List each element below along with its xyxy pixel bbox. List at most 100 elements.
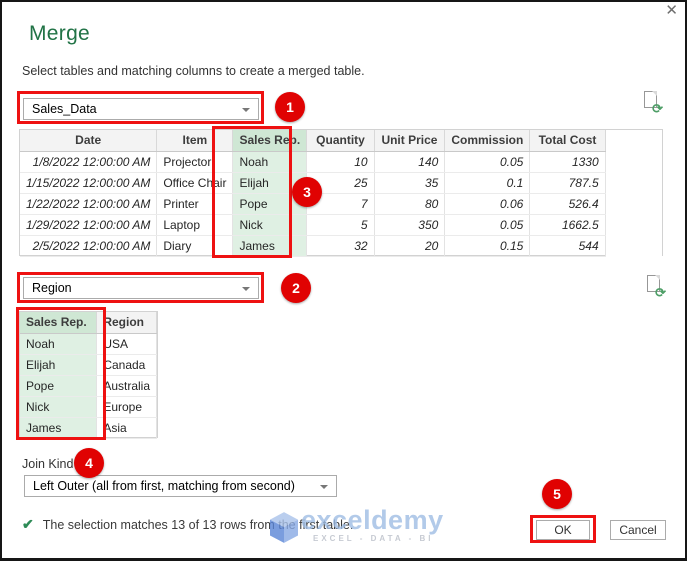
cell-quantity: 32	[307, 235, 374, 256]
merge-dialog: ✕ Merge Select tables and matching colum…	[0, 0, 687, 561]
cell-item: Laptop	[157, 214, 233, 235]
join-kind-select-value: Left Outer (all from first, matching fro…	[33, 479, 295, 493]
cell-commission: 0.05	[445, 214, 530, 235]
first-table: Date Item Sales Rep. Quantity Unit Price…	[20, 130, 662, 257]
first-table-preview: Date Item Sales Rep. Quantity Unit Price…	[19, 129, 663, 256]
filler-cell	[605, 172, 662, 193]
table-header-row: Date Item Sales Rep. Quantity Unit Price…	[20, 130, 662, 151]
step-3-badge: 3	[292, 177, 322, 207]
col-header-date[interactable]: Date	[20, 130, 157, 151]
cell-total-cost: 1330	[530, 151, 605, 172]
cell-quantity: 10	[307, 151, 374, 172]
cell-total-cost: 544	[530, 235, 605, 256]
first-table-select-value: Sales_Data	[32, 102, 97, 116]
match-status: ✔ The selection matches 13 of 13 rows fr…	[22, 516, 353, 533]
cell-region: Canada	[97, 354, 157, 375]
cell-sales-rep: Noah	[233, 151, 307, 172]
join-kind-label: Join Kind	[22, 457, 73, 471]
table-header-row: Sales Rep. Region	[20, 312, 157, 333]
refresh-preview-icon[interactable]: ⟳	[644, 91, 657, 108]
col-header-sales-rep[interactable]: Sales Rep.	[20, 312, 97, 333]
cell-unit-price: 140	[374, 151, 445, 172]
page-fold-icon	[655, 275, 660, 280]
second-table-select-value: Region	[32, 281, 72, 295]
cell-sales-rep: Pope	[20, 375, 97, 396]
step-4-badge: 4	[74, 448, 104, 478]
col-header-unit-price[interactable]: Unit Price	[374, 130, 445, 151]
check-icon: ✔	[22, 516, 34, 533]
cell-sales-rep: James	[20, 417, 97, 438]
table-row: 1/22/2022 12:00:00 AM Printer Pope 7 80 …	[20, 193, 662, 214]
table-row: 2/5/2022 12:00:00 AM Diary James 32 20 0…	[20, 235, 662, 256]
cell-date: 1/29/2022 12:00:00 AM	[20, 214, 157, 235]
second-table-select[interactable]: Region	[23, 277, 259, 299]
cell-date: 2/5/2022 12:00:00 AM	[20, 235, 157, 256]
step-5-badge: 5	[542, 479, 572, 509]
cell-unit-price: 80	[374, 193, 445, 214]
second-table: Sales Rep. Region Noah USA Elijah Canada…	[20, 312, 157, 439]
dialog-subtitle: Select tables and matching columns to cr…	[22, 64, 365, 78]
chevron-down-icon	[242, 287, 250, 291]
cell-unit-price: 20	[374, 235, 445, 256]
page-title: Merge	[29, 22, 90, 46]
chevron-down-icon	[320, 485, 328, 489]
refresh-arrow-icon: ⟳	[655, 286, 666, 299]
cell-total-cost: 1662.5	[530, 214, 605, 235]
cell-item: Printer	[157, 193, 233, 214]
step-2-badge: 2	[281, 273, 311, 303]
step-1-badge: 1	[275, 92, 305, 122]
filler-cell	[605, 235, 662, 256]
filler-cell	[605, 214, 662, 235]
cell-commission: 0.15	[445, 235, 530, 256]
col-header-quantity[interactable]: Quantity	[307, 130, 374, 151]
cell-total-cost: 787.5	[530, 172, 605, 193]
table-row: 1/15/2022 12:00:00 AM Office Chair Elija…	[20, 172, 662, 193]
table-row: Elijah Canada	[20, 354, 157, 375]
ok-button[interactable]: OK	[536, 520, 590, 540]
cell-sales-rep: Nick	[20, 396, 97, 417]
cell-region: Asia	[97, 417, 157, 438]
cell-commission: 0.06	[445, 193, 530, 214]
cell-commission: 0.1	[445, 172, 530, 193]
cell-sales-rep: James	[233, 235, 307, 256]
chevron-down-icon	[242, 108, 250, 112]
cancel-button[interactable]: Cancel	[610, 520, 666, 540]
table-row: Pope Australia	[20, 375, 157, 396]
refresh-preview-icon[interactable]: ⟳	[647, 275, 660, 292]
cell-quantity: 5	[307, 214, 374, 235]
cell-total-cost: 526.4	[530, 193, 605, 214]
refresh-arrow-icon: ⟳	[652, 102, 663, 115]
cell-date: 1/22/2022 12:00:00 AM	[20, 193, 157, 214]
col-header-item[interactable]: Item	[157, 130, 233, 151]
first-table-select[interactable]: Sales_Data	[23, 98, 259, 120]
table-row: James Asia	[20, 417, 157, 438]
col-header-commission[interactable]: Commission	[445, 130, 530, 151]
close-icon[interactable]: ✕	[665, 3, 678, 19]
match-status-text: The selection matches 13 of 13 rows from…	[43, 518, 354, 532]
cell-unit-price: 35	[374, 172, 445, 193]
cell-region: Australia	[97, 375, 157, 396]
filler-cell	[605, 130, 662, 151]
page-fold-icon	[652, 91, 657, 96]
cell-item: Projector	[157, 151, 233, 172]
col-header-region[interactable]: Region	[97, 312, 157, 333]
col-header-total-cost[interactable]: Total Cost	[530, 130, 605, 151]
filler-cell	[605, 151, 662, 172]
cell-sales-rep: Nick	[233, 214, 307, 235]
cell-item: Diary	[157, 235, 233, 256]
table-row: Noah USA	[20, 333, 157, 354]
cell-region: USA	[97, 333, 157, 354]
cell-commission: 0.05	[445, 151, 530, 172]
cell-item: Office Chair	[157, 172, 233, 193]
cell-sales-rep: Noah	[20, 333, 97, 354]
cell-sales-rep: Elijah	[20, 354, 97, 375]
filler-cell	[605, 193, 662, 214]
table-row: 1/29/2022 12:00:00 AM Laptop Nick 5 350 …	[20, 214, 662, 235]
table-row: 1/8/2022 12:00:00 AM Projector Noah 10 1…	[20, 151, 662, 172]
col-header-sales-rep[interactable]: Sales Rep.	[233, 130, 307, 151]
watermark-tagline: EXCEL - DATA - BI	[313, 534, 444, 543]
table-row: Nick Europe	[20, 396, 157, 417]
join-kind-select[interactable]: Left Outer (all from first, matching fro…	[24, 475, 337, 497]
cell-date: 1/15/2022 12:00:00 AM	[20, 172, 157, 193]
cell-date: 1/8/2022 12:00:00 AM	[20, 151, 157, 172]
